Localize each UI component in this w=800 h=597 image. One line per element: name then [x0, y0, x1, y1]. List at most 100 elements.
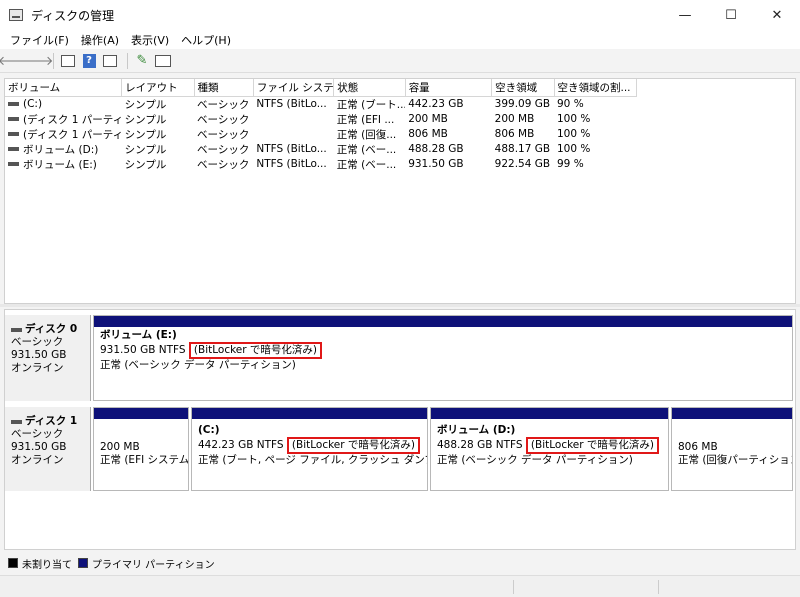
- cell-type: ベーシック: [197, 98, 250, 111]
- cell-free-space: 488.17 GB: [494, 143, 551, 155]
- cell-layout: シンプル: [124, 113, 167, 126]
- partition-c[interactable]: (C:) 442.23 GB NTFS (BitLocker で暗号化済み) 正…: [191, 407, 428, 491]
- cell-filesystem: NTFS (BitLo...: [256, 98, 327, 110]
- toolbar-divider: [127, 52, 128, 69]
- table-row[interactable]: (ディスク 1 パーティシ... シンプル ベーシック 正常 (EFI ... …: [5, 112, 637, 127]
- cell-status: 正常 (ベー...: [336, 158, 397, 171]
- drive-icon: [8, 102, 19, 106]
- partition-e[interactable]: ボリューム (E:) 931.50 GB NTFS (BitLocker で暗号…: [93, 315, 793, 401]
- toolbar-divider: [53, 52, 54, 69]
- cell-free-space: 806 MB: [494, 128, 535, 140]
- partition-header-bar: [431, 408, 668, 419]
- cell-capacity: 488.28 GB: [408, 143, 464, 155]
- table-row[interactable]: (ディスク 1 パーティシ... シンプル ベーシック 正常 (回復... 80…: [5, 127, 637, 142]
- cell-layout: シンプル: [124, 128, 167, 141]
- partition-d[interactable]: ボリューム (D:) 488.28 GB NTFS (BitLocker で暗号…: [430, 407, 669, 491]
- disk-icon: [11, 419, 22, 424]
- cell-filesystem: NTFS (BitLo...: [256, 158, 327, 170]
- menu-bar: ファイル(F) 操作(A) 表示(V) ヘルプ(H): [0, 30, 800, 49]
- minimize-button[interactable]: —: [662, 0, 708, 30]
- drive-icon: [8, 117, 19, 121]
- view-icon[interactable]: [101, 52, 119, 70]
- column-header-capacity[interactable]: 容量: [405, 79, 493, 97]
- menu-view[interactable]: 表示(V): [125, 32, 175, 48]
- table-row[interactable]: ボリューム (D:) シンプル ベーシック NTFS (BitLo... 正常 …: [5, 142, 637, 157]
- partition-header-bar: [94, 408, 188, 419]
- bitlocker-status: (BitLocker で暗号化済み): [286, 437, 421, 454]
- table-header: ボリューム レイアウト 種類 ファイル システム 状態 容量 空き領域 空き領域…: [5, 79, 637, 97]
- cell-status: 正常 (ブート...: [336, 98, 406, 111]
- drive-icon: [8, 132, 19, 136]
- cell-volume: (ディスク 1 パーティシ...: [23, 113, 122, 126]
- connect-icon[interactable]: ✎: [133, 52, 151, 70]
- cell-filesystem: [253, 112, 333, 127]
- drive-icon: [8, 162, 19, 166]
- legend-swatch-primary: [78, 558, 88, 568]
- disk-map: ディスク 0 ベーシック 931.50 GB オンライン ボリューム (E:) …: [4, 309, 796, 550]
- partition-header-bar: [672, 408, 792, 419]
- cell-type: ベーシック: [197, 113, 250, 126]
- column-header-filesystem[interactable]: ファイル システム: [253, 79, 335, 97]
- cell-filesystem: [253, 127, 333, 142]
- cell-free-percent: 100 %: [557, 128, 591, 140]
- partition-name: (C:): [198, 424, 220, 436]
- cell-capacity: 200 MB: [408, 113, 448, 125]
- column-header-layout[interactable]: レイアウト: [121, 79, 195, 97]
- menu-help[interactable]: ヘルプ(H): [175, 32, 237, 48]
- partition-size: 806 MB: [678, 441, 718, 453]
- column-header-status[interactable]: 状態: [333, 79, 406, 97]
- cell-volume: (C:): [23, 98, 43, 110]
- disk-1-status: オンライン: [11, 454, 64, 466]
- legend-primary: プライマリ パーティション: [78, 556, 215, 571]
- cell-free-space: 922.54 GB: [494, 158, 551, 170]
- cell-volume: ボリューム (D:): [23, 143, 99, 156]
- partition-size: 931.50 GB NTFS: [100, 344, 186, 356]
- disk-1-info[interactable]: ディスク 1 ベーシック 931.50 GB オンライン: [5, 407, 91, 491]
- cell-capacity: 806 MB: [408, 128, 448, 140]
- maximize-button[interactable]: ☐: [708, 0, 754, 30]
- partition-efi[interactable]: 200 MB 正常 (EFI システム: [93, 407, 189, 491]
- partition-status: 正常 (ベーシック データ パーティション): [437, 454, 633, 466]
- cell-capacity: 442.23 GB: [408, 98, 464, 110]
- rescan-icon[interactable]: [154, 52, 172, 70]
- menu-action[interactable]: 操作(A): [75, 32, 125, 48]
- disk-management-icon: [9, 9, 23, 21]
- disk-0-type: ベーシック: [11, 336, 64, 348]
- cell-type: ベーシック: [197, 143, 250, 156]
- cell-free-percent: 99 %: [557, 158, 584, 170]
- bitlocker-status: (BitLocker で暗号化済み): [188, 342, 323, 359]
- pane-splitter[interactable]: [0, 304, 800, 307]
- menu-file[interactable]: ファイル(F): [4, 32, 75, 48]
- partition-header-bar: [192, 408, 427, 419]
- column-header-type[interactable]: 種類: [194, 79, 254, 97]
- properties-icon[interactable]: [59, 52, 77, 70]
- disk-0-size: 931.50 GB: [11, 349, 67, 361]
- partition-status: 正常 (EFI システム: [100, 454, 188, 466]
- bitlocker-status: (BitLocker で暗号化済み): [525, 437, 660, 454]
- column-header-free-space[interactable]: 空き領域: [491, 79, 555, 97]
- table-row[interactable]: ボリューム (E:) シンプル ベーシック NTFS (BitLo... 正常 …: [5, 157, 637, 172]
- toolbar: 🡐 🡒 ? ✎: [0, 49, 800, 73]
- disk-1-type: ベーシック: [11, 428, 64, 440]
- column-header-volume[interactable]: ボリューム: [5, 79, 123, 97]
- cell-status: 正常 (ベー...: [336, 143, 397, 156]
- cell-volume: ボリューム (E:): [23, 158, 97, 171]
- forward-arrow-icon[interactable]: 🡒: [19, 52, 54, 70]
- partition-recovery[interactable]: 806 MB 正常 (回復パーティション): [671, 407, 793, 491]
- column-header-free-percent[interactable]: 空き領域の割...: [554, 79, 637, 97]
- cell-status: 正常 (回復...: [336, 128, 397, 141]
- cell-layout: シンプル: [124, 158, 167, 171]
- cell-type: ベーシック: [197, 128, 250, 141]
- legend-unallocated: 未割り当て: [8, 556, 72, 571]
- cell-free-percent: 90 %: [557, 98, 584, 110]
- drive-icon: [8, 147, 19, 151]
- disk-0-name: ディスク 0: [25, 323, 78, 335]
- disk-0-info[interactable]: ディスク 0 ベーシック 931.50 GB オンライン: [5, 315, 91, 401]
- cell-free-percent: 100 %: [557, 113, 591, 125]
- disk-0-status: オンライン: [11, 362, 64, 374]
- close-button[interactable]: ✕: [754, 0, 800, 30]
- cell-layout: シンプル: [124, 143, 167, 156]
- table-row[interactable]: (C:) シンプル ベーシック NTFS (BitLo... 正常 (ブート..…: [5, 96, 637, 112]
- cell-type: ベーシック: [197, 158, 250, 171]
- help-icon[interactable]: ?: [80, 52, 98, 70]
